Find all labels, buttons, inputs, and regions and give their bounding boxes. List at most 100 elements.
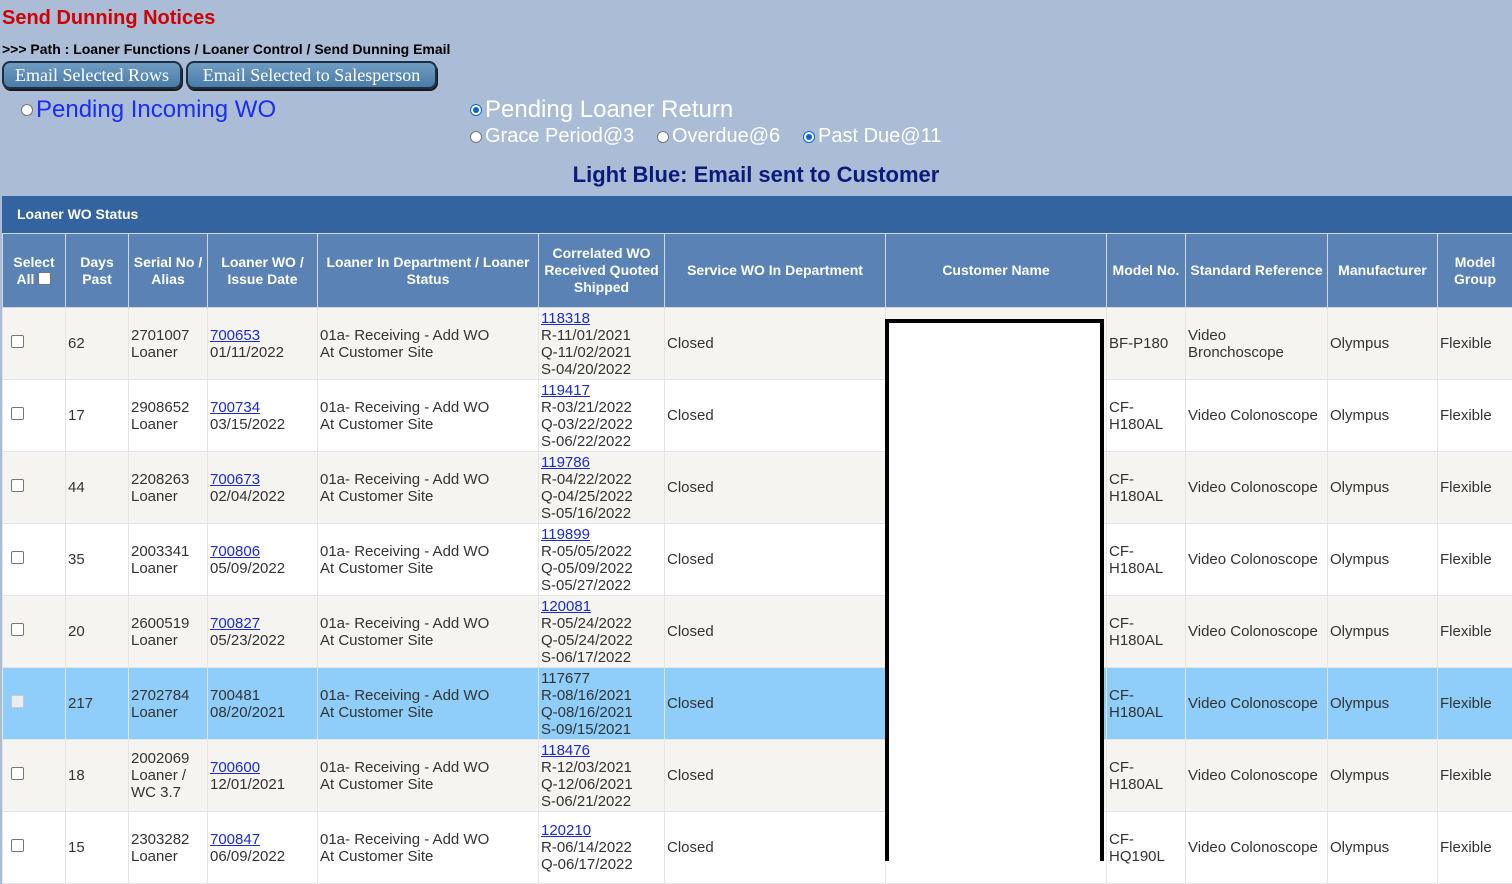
col-days-past[interactable]: Days Past: [66, 234, 129, 308]
manufacturer-cell: Olympus: [1328, 740, 1438, 812]
days-past-cell: 217: [66, 668, 129, 740]
loaner-wo-link[interactable]: 700734: [210, 399, 260, 416]
manufacturer-cell: Olympus: [1328, 380, 1438, 452]
loaner-wo-link[interactable]: 700673: [210, 471, 260, 488]
loaner-dept-cell: 01a- Receiving - Add WOAt Customer Site: [318, 812, 539, 884]
correlated-wo-cell: 119899R-05/05/2022Q-05/09/2022S-05/27/20…: [539, 524, 665, 596]
legend-text: Light Blue: Email sent to Customer: [0, 162, 1512, 188]
col-serial[interactable]: Serial No / Alias: [129, 234, 208, 308]
loaner-dept-cell: 01a- Receiving - Add WOAt Customer Site: [318, 308, 539, 380]
row-checkbox[interactable]: [11, 623, 24, 636]
col-standard-reference[interactable]: Standard Reference: [1186, 234, 1328, 308]
row-checkbox[interactable]: [11, 551, 24, 564]
loaner-wo-cell: 70080605/09/2022: [208, 524, 318, 596]
model-group-cell: Flexible: [1438, 740, 1512, 812]
issue-date: 05/23/2022: [210, 632, 315, 649]
radio-overdue[interactable]: Overdue@6: [657, 125, 780, 148]
radio-past-due[interactable]: Past Due@11: [803, 125, 941, 148]
loaner-status: At Customer Site: [320, 704, 536, 721]
email-selected-to-salesperson-button[interactable]: Email Selected to Salesperson: [186, 61, 437, 89]
loaner-wo-link[interactable]: 700847: [210, 831, 260, 848]
radio-pending-incoming-wo[interactable]: Pending Incoming WO: [21, 96, 276, 124]
loaner-wo-link[interactable]: 700806: [210, 543, 260, 560]
serial-no: 2908652: [131, 399, 205, 416]
correlated-wo-link[interactable]: 119417: [541, 382, 590, 399]
service-dept-cell: Closed: [665, 524, 886, 596]
model-group-cell: Flexible: [1438, 308, 1512, 380]
serial-no: 2701007: [131, 327, 205, 344]
row-checkbox[interactable]: [11, 767, 24, 780]
col-model-group[interactable]: Model Group: [1438, 234, 1512, 308]
col-correlated-wo[interactable]: Correlated WO Received Quoted Shipped: [539, 234, 665, 308]
issue-date: 01/11/2022: [210, 344, 315, 361]
radio-circle[interactable]: [803, 131, 815, 143]
row-checkbox[interactable]: [11, 407, 24, 420]
col-service-dept[interactable]: Service WO In Department: [665, 234, 886, 308]
row-checkbox[interactable]: [11, 839, 24, 852]
serial-alias: Loaner / WC 3.7: [131, 767, 205, 801]
loaner-wo-cell: 70065301/11/2022: [208, 308, 318, 380]
shipped-date: S-05/16/2022: [541, 505, 662, 522]
issue-date: 03/15/2022: [210, 416, 315, 433]
days-past-cell: 44: [66, 452, 129, 524]
radio-circle[interactable]: [470, 104, 482, 116]
table-row: 152303282Loaner70084706/09/202201a- Rece…: [3, 812, 1512, 884]
row-checkbox[interactable]: [11, 335, 24, 348]
row-checkbox[interactable]: [11, 479, 24, 492]
shipped-date: S-04/20/2022: [541, 361, 662, 378]
received-date: R-05/24/2022: [541, 615, 662, 632]
row-select-cell: [3, 380, 66, 452]
loaner-status: At Customer Site: [320, 488, 536, 505]
row-checkbox: [11, 695, 24, 708]
model-group-cell: Flexible: [1438, 812, 1512, 884]
standard-reference-cell: Video Colonoscope: [1186, 596, 1328, 668]
serial-no: 2208263: [131, 471, 205, 488]
table-row: 182002069Loaner / WC 3.770060012/01/2021…: [3, 740, 1512, 812]
shipped-date: S-06/22/2022: [541, 433, 662, 450]
radio-circle[interactable]: [21, 104, 33, 116]
loaner-status: At Customer Site: [320, 776, 536, 793]
model-no-cell: BF-P180: [1107, 308, 1186, 380]
loaner-dept: 01a- Receiving - Add WO: [320, 831, 536, 848]
shipped-date: S-09/15/2021: [541, 721, 662, 738]
col-manufacturer[interactable]: Manufacturer: [1328, 234, 1438, 308]
correlated-wo-link[interactable]: 120210: [541, 822, 591, 839]
correlated-wo-link[interactable]: 119899: [541, 526, 590, 543]
radio-pending-loaner-return[interactable]: Pending Loaner Return: [470, 96, 733, 124]
col-loaner-dept[interactable]: Loaner In Department / Loaner Status: [318, 234, 539, 308]
correlated-wo-link[interactable]: 118476: [541, 742, 590, 759]
correlated-wo-cell: 119786R-04/22/2022Q-04/25/2022S-05/16/20…: [539, 452, 665, 524]
radio-grace-period[interactable]: Grace Period@3: [470, 125, 634, 148]
col-customer-name[interactable]: Customer Name: [886, 234, 1107, 308]
correlated-wo-link[interactable]: 118318: [541, 310, 590, 327]
correlated-wo-link[interactable]: 120081: [541, 598, 591, 615]
row-select-cell: [3, 740, 66, 812]
select-all-checkbox[interactable]: [38, 272, 51, 285]
loaner-dept-cell: 01a- Receiving - Add WOAt Customer Site: [318, 452, 539, 524]
quoted-date: Q-06/17/2022: [541, 856, 662, 873]
loaner-status: At Customer Site: [320, 560, 536, 577]
standard-reference-cell: Video Colonoscope: [1186, 812, 1328, 884]
email-selected-rows-button[interactable]: Email Selected Rows: [2, 61, 182, 89]
shipped-date: S-06/21/2022: [541, 793, 662, 810]
serial-alias: Loaner: [131, 344, 205, 361]
loaner-wo-link[interactable]: 700600: [210, 759, 260, 776]
standard-reference-cell: Video Colonoscope: [1186, 380, 1328, 452]
serial-cell: 2303282Loaner: [129, 812, 208, 884]
loaner-dept-cell: 01a- Receiving - Add WOAt Customer Site: [318, 668, 539, 740]
received-date: R-03/21/2022: [541, 399, 662, 416]
loaner-wo-link[interactable]: 700653: [210, 327, 260, 344]
serial-no: 2003341: [131, 543, 205, 560]
col-loaner-wo[interactable]: Loaner WO / Issue Date: [208, 234, 318, 308]
row-select-cell: [3, 452, 66, 524]
quoted-date: Q-05/24/2022: [541, 632, 662, 649]
standard-reference-cell: Video Colonoscope: [1186, 524, 1328, 596]
table-row: 202600519Loaner70082705/23/202201a- Rece…: [3, 596, 1512, 668]
radio-circle[interactable]: [470, 131, 482, 143]
radio-label: Pending Incoming WO: [36, 96, 276, 124]
loaner-dept: 01a- Receiving - Add WO: [320, 471, 536, 488]
loaner-wo-link[interactable]: 700827: [210, 615, 260, 632]
radio-circle[interactable]: [657, 131, 669, 143]
col-model-no[interactable]: Model No.: [1107, 234, 1186, 308]
correlated-wo-link[interactable]: 119786: [541, 454, 590, 471]
